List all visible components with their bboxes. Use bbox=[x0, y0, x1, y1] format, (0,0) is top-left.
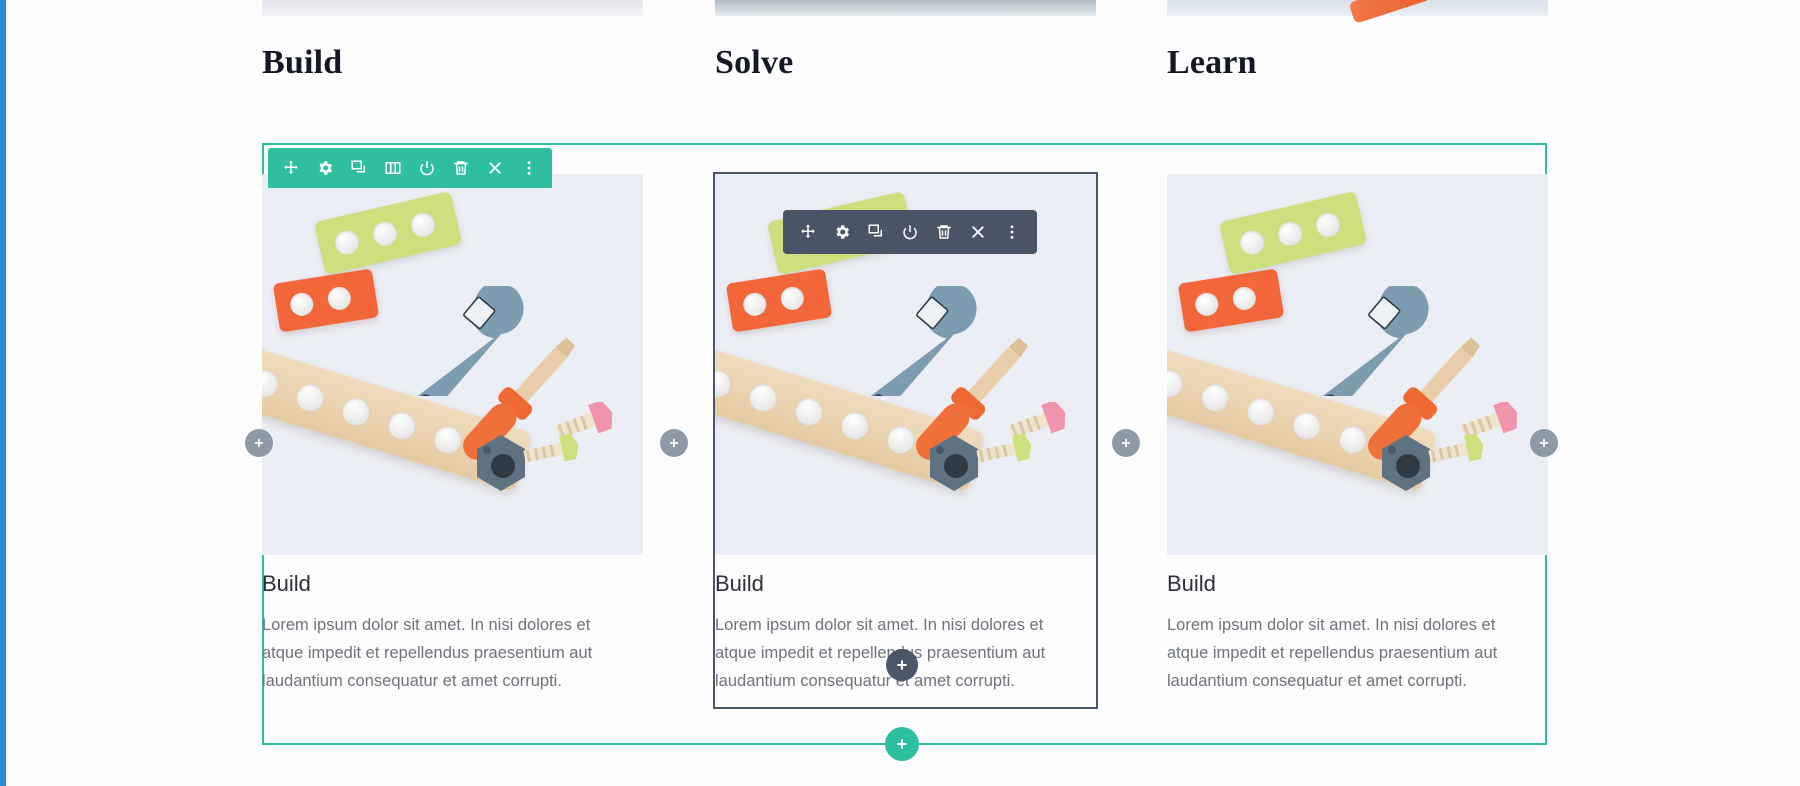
power-icon[interactable] bbox=[410, 148, 444, 188]
headings-row: Build Solve Learn bbox=[0, 44, 1800, 90]
gear-icon[interactable] bbox=[825, 210, 859, 254]
card-3[interactable]: Build Lorem ipsum dolor sit amet. In nis… bbox=[1167, 174, 1548, 695]
card-image[interactable] bbox=[262, 174, 643, 555]
columns-icon[interactable] bbox=[376, 148, 410, 188]
gear-icon[interactable] bbox=[308, 148, 342, 188]
trash-icon[interactable] bbox=[444, 148, 478, 188]
toy-green-screw bbox=[976, 433, 1032, 463]
card-title: Build bbox=[1167, 571, 1216, 596]
top-image-strip-2 bbox=[715, 0, 1096, 16]
toy-green-screw bbox=[523, 433, 579, 463]
card-text: Lorem ipsum dolor sit amet. In nisi dolo… bbox=[1167, 616, 1498, 690]
toy-green-screw bbox=[1428, 433, 1484, 463]
add-column-left-1[interactable] bbox=[245, 429, 273, 457]
add-section-below[interactable] bbox=[885, 727, 919, 761]
editor-canvas: Build Solve Learn Build Lorem ipsum dolo… bbox=[0, 0, 1800, 786]
section-toolbar[interactable] bbox=[268, 148, 552, 188]
move-icon[interactable] bbox=[791, 210, 825, 254]
card-1[interactable]: Build Lorem ipsum dolor sit amet. In nis… bbox=[262, 174, 643, 695]
add-widget-inline[interactable] bbox=[886, 649, 918, 681]
power-icon[interactable] bbox=[893, 210, 927, 254]
card-title: Build bbox=[262, 571, 311, 596]
add-column-left-2[interactable] bbox=[660, 429, 688, 457]
close-icon[interactable] bbox=[478, 148, 512, 188]
duplicate-icon[interactable] bbox=[342, 148, 376, 188]
close-icon[interactable] bbox=[961, 210, 995, 254]
widget-toolbar[interactable] bbox=[783, 210, 1037, 254]
card-title: Build bbox=[715, 571, 764, 596]
card-image[interactable] bbox=[1167, 174, 1548, 555]
top-image-strip-3 bbox=[1167, 0, 1548, 16]
more-vertical-icon[interactable] bbox=[512, 148, 546, 188]
heading-solve: Solve bbox=[715, 44, 794, 81]
add-column-right[interactable] bbox=[1530, 429, 1558, 457]
more-vertical-icon[interactable] bbox=[995, 210, 1029, 254]
heading-learn: Learn bbox=[1167, 44, 1257, 81]
top-image-strip-1 bbox=[262, 0, 643, 16]
toy-green-brick bbox=[1218, 190, 1368, 276]
move-icon[interactable] bbox=[274, 148, 308, 188]
editor-left-rail bbox=[0, 0, 6, 786]
heading-build: Build bbox=[262, 44, 343, 81]
duplicate-icon[interactable] bbox=[859, 210, 893, 254]
trash-icon[interactable] bbox=[927, 210, 961, 254]
cards-row: Build Lorem ipsum dolor sit amet. In nis… bbox=[262, 172, 1548, 714]
card-body: Build Lorem ipsum dolor sit amet. In nis… bbox=[1167, 555, 1548, 695]
card-text: Lorem ipsum dolor sit amet. In nisi dolo… bbox=[262, 616, 593, 690]
toy-green-brick bbox=[313, 190, 463, 276]
add-column-left-3[interactable] bbox=[1112, 429, 1140, 457]
card-body: Build Lorem ipsum dolor sit amet. In nis… bbox=[262, 555, 643, 695]
